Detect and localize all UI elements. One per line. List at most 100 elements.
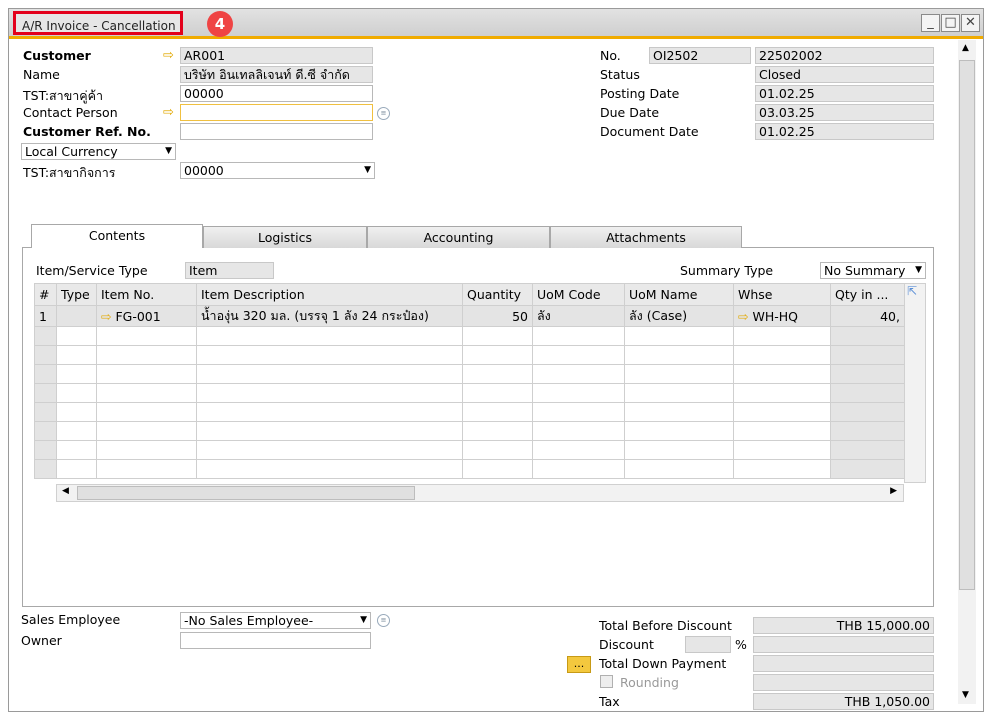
total-before-discount-field[interactable]: THB 15,000.00 xyxy=(753,617,934,634)
status-field[interactable]: Closed xyxy=(755,66,934,83)
currency-dropdown[interactable]: Local Currency ▼ xyxy=(21,143,176,160)
owner-label: Owner xyxy=(21,633,62,648)
tax-field[interactable]: THB 1,050.00 xyxy=(753,693,934,710)
expand-icon[interactable]: ⇱ xyxy=(907,284,917,298)
row-number: 1 xyxy=(34,305,57,327)
posting-date-field[interactable]: 01.02.25 xyxy=(755,85,934,102)
series-field[interactable]: OI2502 xyxy=(649,47,751,64)
down-payment-picker-button[interactable]: ... xyxy=(567,656,591,673)
maximize-button[interactable]: □ xyxy=(941,14,960,32)
name-field[interactable]: บริษัท อินเทลลิเจนท์ ดี.ซี จำกัด xyxy=(180,66,373,83)
table-row[interactable] xyxy=(34,440,905,460)
discount-percent-field[interactable] xyxy=(685,636,731,653)
items-table: # Type Item No. Item Description Quantit… xyxy=(34,283,905,479)
scroll-right-icon[interactable]: ▶ xyxy=(890,486,897,496)
column-header[interactable]: UoM Name xyxy=(624,283,734,306)
minimize-button[interactable]: _ xyxy=(921,14,940,32)
currency-value: Local Currency xyxy=(25,144,118,159)
doc-number-field[interactable]: 22502002 xyxy=(755,47,934,64)
table-row[interactable] xyxy=(34,326,905,346)
business-branch-dropdown[interactable]: 00000 ▼ xyxy=(180,162,375,179)
summary-type-dropdown[interactable]: No Summary ▼ xyxy=(820,262,926,279)
contact-person-label: Contact Person xyxy=(23,105,118,120)
window-vertical-scrollbar[interactable]: ▲ ▼ xyxy=(958,40,976,704)
tab-accounting[interactable]: Accounting xyxy=(367,226,550,248)
due-date-label: Due Date xyxy=(600,105,660,120)
posting-date-label: Posting Date xyxy=(600,86,680,101)
customer-ref-field[interactable] xyxy=(180,123,373,140)
customer-ref-label: Customer Ref. No. xyxy=(23,124,151,139)
rounding-checkbox[interactable] xyxy=(600,675,613,688)
list-icon[interactable]: ≡ xyxy=(377,614,390,627)
sales-employee-dropdown[interactable]: -No Sales Employee- ▼ xyxy=(180,612,371,629)
table-vertical-scrollbar[interactable] xyxy=(904,283,926,483)
table-row[interactable] xyxy=(34,402,905,422)
cell-item-no[interactable]: ⇨ FG-001 xyxy=(96,305,197,327)
business-branch-value: 00000 xyxy=(184,163,224,178)
scroll-down-icon[interactable]: ▼ xyxy=(962,690,969,700)
list-icon[interactable]: ≡ xyxy=(377,107,390,120)
column-header[interactable]: Item Description xyxy=(196,283,463,306)
tab-attachments[interactable]: Attachments xyxy=(550,226,742,248)
column-header[interactable]: Whse xyxy=(733,283,831,306)
sales-employee-value: -No Sales Employee- xyxy=(184,613,314,628)
link-arrow-icon[interactable]: ⇨ xyxy=(163,49,174,63)
close-button[interactable]: ✕ xyxy=(961,14,980,32)
whse-value: WH-HQ xyxy=(752,308,798,324)
total-down-payment-label: Total Down Payment xyxy=(599,656,727,671)
scroll-left-icon[interactable]: ◀ xyxy=(62,486,69,496)
cell-uom-code[interactable]: ลัง xyxy=(532,305,625,327)
column-header[interactable]: Qty in ... xyxy=(830,283,905,306)
tab-contents[interactable]: Contents xyxy=(31,224,203,248)
item-type-label: Item/Service Type xyxy=(36,263,148,278)
document-date-field[interactable]: 01.02.25 xyxy=(755,123,934,140)
column-header[interactable]: # xyxy=(34,283,57,306)
table-row[interactable] xyxy=(34,421,905,441)
rounding-field[interactable] xyxy=(753,674,934,691)
cell-quantity[interactable]: 50 xyxy=(462,305,533,327)
due-date-field[interactable]: 03.03.25 xyxy=(755,104,934,121)
cell-description[interactable]: น้ำองุ่น 320 มล. (บรรจุ 1 ลัง 24 กระป๋อง… xyxy=(196,305,463,327)
scroll-thumb[interactable] xyxy=(77,486,415,500)
tab-logistics[interactable]: Logistics xyxy=(203,226,367,248)
chevron-down-icon: ▼ xyxy=(165,146,172,156)
discount-amount-field[interactable] xyxy=(753,636,934,653)
table-row[interactable] xyxy=(34,364,905,384)
table-header-row: # Type Item No. Item Description Quantit… xyxy=(34,283,905,306)
customer-label: Customer xyxy=(23,48,91,63)
chevron-down-icon: ▼ xyxy=(915,265,922,275)
chevron-down-icon: ▼ xyxy=(360,615,367,625)
contact-person-field[interactable] xyxy=(180,104,373,121)
step-badge: 4 xyxy=(207,11,233,37)
column-header[interactable]: Item No. xyxy=(96,283,197,306)
customer-field[interactable]: AR001 xyxy=(180,47,373,64)
scroll-thumb[interactable] xyxy=(959,60,975,590)
cell-uom-name[interactable]: ลัง (Case) xyxy=(624,305,734,327)
table-row[interactable] xyxy=(34,459,905,479)
link-arrow-icon[interactable]: ⇨ xyxy=(163,106,174,120)
scroll-up-icon[interactable]: ▲ xyxy=(962,43,969,53)
cell-type[interactable] xyxy=(56,305,97,327)
cell-whse[interactable]: ⇨ WH-HQ xyxy=(733,305,831,327)
cell-qty-in[interactable]: 40, xyxy=(830,305,905,327)
table-row[interactable] xyxy=(34,383,905,403)
owner-field[interactable] xyxy=(180,632,371,649)
table-horizontal-scrollbar[interactable]: ◀ ▶ xyxy=(56,484,904,502)
column-header[interactable]: Quantity xyxy=(462,283,533,306)
title-bar[interactable]: A/R Invoice - Cancellation 4 _ □ ✕ xyxy=(9,9,983,39)
total-down-payment-field[interactable] xyxy=(753,655,934,672)
column-header[interactable]: Type xyxy=(56,283,97,306)
tax-label: Tax xyxy=(599,694,620,709)
table-row[interactable] xyxy=(34,345,905,365)
table-row[interactable]: 1 ⇨ FG-001 น้ำองุ่น 320 มล. (บรรจุ 1 ลัง… xyxy=(34,305,905,327)
link-arrow-icon[interactable]: ⇨ xyxy=(738,309,748,324)
column-header[interactable]: UoM Code xyxy=(532,283,625,306)
status-label: Status xyxy=(600,67,640,82)
partner-branch-field[interactable]: 00000 xyxy=(180,85,373,102)
link-arrow-icon[interactable]: ⇨ xyxy=(101,309,111,324)
item-type-field[interactable]: Item xyxy=(185,262,274,279)
percent-sign: % xyxy=(735,637,747,652)
partner-branch-label: TST:สาขาคู่ค้า xyxy=(23,88,103,103)
discount-label: Discount xyxy=(599,637,654,652)
summary-type-label: Summary Type xyxy=(680,263,774,278)
